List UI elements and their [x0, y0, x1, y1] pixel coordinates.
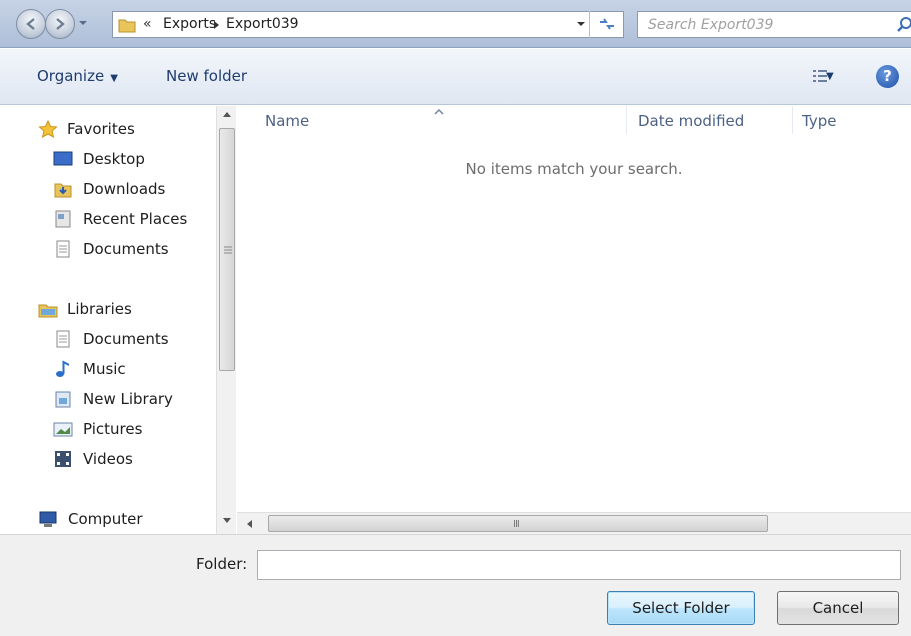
breadcrumb-export039[interactable]: Export039 — [226, 16, 299, 32]
documents-icon — [56, 240, 70, 258]
dialog-footer: Folder: Select Folder Cancel — [0, 534, 911, 636]
folder-label: Folder: — [196, 555, 248, 573]
nav-libraries-label: Libraries — [67, 300, 132, 318]
refresh-button[interactable] — [589, 11, 623, 38]
back-arrow-icon — [26, 18, 35, 30]
navigation-pane: Favorites Desktop Downloads Recent Place… — [0, 106, 236, 534]
select-folder-button[interactable]: Select Folder — [607, 591, 755, 625]
nav-pane-scroll-thumb[interactable] — [219, 128, 235, 371]
nav-desktop-label: Desktop — [83, 150, 145, 168]
address-dropdown-icon[interactable] — [575, 18, 587, 30]
scroll-down-icon[interactable] — [222, 517, 232, 525]
nav-fav-documents-label: Documents — [83, 240, 169, 258]
column-separator[interactable] — [792, 106, 793, 134]
breadcrumb[interactable]: « Exports Export039 — [112, 11, 624, 38]
breadcrumb-separator-icon[interactable] — [213, 20, 221, 30]
toolbar: Organize ▼ New folder ▼ ? — [0, 49, 911, 105]
scroll-left-icon[interactable] — [245, 519, 253, 529]
downloads-icon — [54, 183, 72, 198]
nav-downloads-label: Downloads — [83, 180, 166, 198]
forward-button[interactable] — [45, 9, 75, 39]
sort-ascending-icon — [434, 108, 444, 115]
file-list-scroll-thumb[interactable]: III — [268, 515, 768, 532]
nav-new-library-label: New Library — [83, 390, 173, 408]
column-separator[interactable] — [626, 106, 627, 134]
folder-icon — [118, 19, 136, 33]
nav-lib-documents-label: Documents — [83, 330, 169, 348]
organize-label: Organize — [37, 67, 105, 85]
nav-pictures-label: Pictures — [83, 420, 143, 438]
folder-field[interactable] — [257, 550, 901, 580]
computer-icon — [39, 511, 57, 527]
nav-pane-scrollbar[interactable] — [216, 106, 236, 534]
column-header-name[interactable]: Name — [265, 112, 309, 130]
videos-icon — [55, 451, 71, 467]
file-list-horizontal-scrollbar[interactable]: III — [237, 512, 911, 534]
search-input[interactable] — [638, 12, 878, 37]
new-folder-button[interactable]: New folder — [166, 67, 247, 85]
cancel-button[interactable]: Cancel — [777, 591, 899, 625]
nav-computer-label: Computer — [68, 510, 143, 528]
search-box[interactable] — [637, 11, 911, 38]
libraries-icon — [38, 304, 58, 318]
recent-places-icon — [55, 210, 71, 228]
breadcrumb-overflow-chevron[interactable]: « — [143, 16, 152, 32]
column-header-type[interactable]: Type — [802, 112, 836, 130]
nav-videos-label: Videos — [83, 450, 133, 468]
recent-pages-dropdown-icon[interactable] — [76, 13, 90, 33]
music-icon — [56, 360, 70, 377]
views-icon[interactable] — [813, 69, 827, 83]
organize-menu[interactable]: Organize ▼ — [37, 67, 118, 85]
star-icon — [38, 120, 58, 138]
scroll-up-icon[interactable] — [222, 110, 232, 118]
nav-recent-places-label: Recent Places — [83, 210, 188, 228]
nav-music-label: Music — [83, 360, 126, 378]
new-library-icon — [55, 391, 71, 408]
pictures-icon — [53, 422, 73, 437]
documents-icon — [56, 330, 70, 348]
forward-arrow-icon — [56, 18, 65, 30]
file-list[interactable]: Name Date modified Type No items match y… — [237, 106, 911, 510]
breadcrumb-exports[interactable]: Exports — [163, 16, 216, 32]
nav-favorites-label: Favorites — [67, 120, 135, 138]
column-header-date-modified[interactable]: Date modified — [638, 112, 744, 130]
refresh-icon — [600, 18, 614, 30]
back-button[interactable] — [16, 9, 46, 39]
help-icon[interactable]: ? — [876, 65, 899, 88]
empty-message: No items match your search. — [465, 160, 683, 178]
desktop-icon — [53, 151, 73, 166]
search-icon[interactable] — [896, 16, 911, 34]
address-bar: « Exports Export039 — [0, 0, 911, 48]
organize-caret-icon: ▼ — [110, 73, 118, 84]
scroll-grip-icon — [224, 246, 232, 254]
views-dropdown-icon[interactable]: ▼ — [826, 71, 834, 82]
scroll-grip-icon: III — [513, 519, 520, 530]
